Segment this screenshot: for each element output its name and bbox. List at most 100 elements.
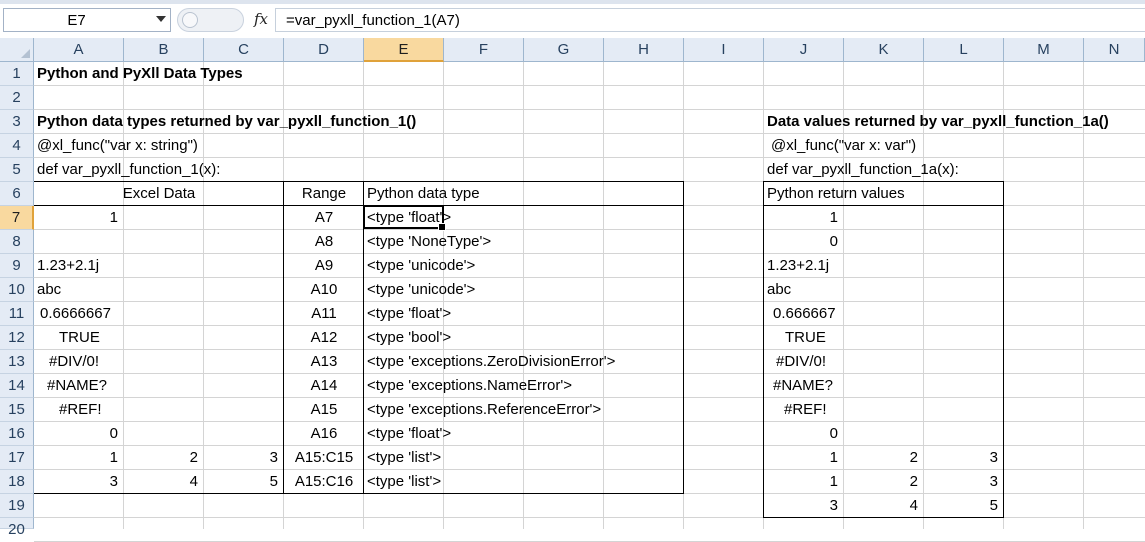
- right-heading[interactable]: Data values returned by var_pyxll_functi…: [767, 110, 1109, 134]
- return-value-cell[interactable]: #REF!: [784, 398, 827, 422]
- python-type-cell[interactable]: <type 'float'>: [367, 302, 451, 326]
- left-decorator-text[interactable]: @xl_func("var x: string"): [37, 134, 198, 158]
- row-header-5[interactable]: 5: [0, 158, 34, 182]
- column-header-e[interactable]: E: [364, 38, 444, 62]
- left-def-text[interactable]: def var_pyxll_function_1(x):: [37, 158, 220, 182]
- return-value-cell[interactable]: 0: [764, 422, 838, 446]
- excel-data-cell[interactable]: 3: [204, 446, 278, 470]
- column-header-f[interactable]: F: [444, 38, 524, 62]
- excel-data-cell[interactable]: #DIV/0!: [49, 350, 99, 374]
- return-value-cell[interactable]: TRUE: [785, 326, 826, 350]
- column-header-g[interactable]: G: [524, 38, 604, 62]
- row-header-19[interactable]: 19: [0, 494, 34, 518]
- return-value-cell[interactable]: 1: [764, 446, 838, 470]
- chevron-down-icon[interactable]: [156, 16, 166, 22]
- python-type-cell[interactable]: <type 'unicode'>: [367, 254, 475, 278]
- insert-function-icon[interactable]: fx: [254, 10, 268, 28]
- return-value-cell[interactable]: 1: [764, 470, 838, 494]
- row-header-10[interactable]: 10: [0, 278, 34, 302]
- column-header-k[interactable]: K: [844, 38, 924, 62]
- range-cell[interactable]: A16: [284, 422, 364, 446]
- excel-data-cell[interactable]: 1: [34, 206, 118, 230]
- return-value-cell[interactable]: #NAME?: [773, 374, 833, 398]
- excel-data-cell[interactable]: 5: [204, 470, 278, 494]
- range-cell[interactable]: A14: [284, 374, 364, 398]
- return-value-cell[interactable]: 2: [844, 470, 918, 494]
- column-header-c[interactable]: C: [204, 38, 284, 62]
- row-header-13[interactable]: 13: [0, 350, 34, 374]
- range-cell[interactable]: A8: [284, 230, 364, 254]
- range-header[interactable]: Range: [284, 182, 364, 206]
- return-value-cell[interactable]: abc: [767, 278, 791, 302]
- return-value-cell[interactable]: 2: [844, 446, 918, 470]
- range-cell[interactable]: A7: [284, 206, 364, 230]
- range-cell[interactable]: A15:C15: [284, 446, 364, 470]
- return-value-cell[interactable]: #DIV/0!: [776, 350, 826, 374]
- formula-input[interactable]: =var_pyxll_function_1(A7): [275, 8, 1145, 32]
- row-header-14[interactable]: 14: [0, 374, 34, 398]
- python-type-cell[interactable]: <type 'exceptions.NameError'>: [367, 374, 572, 398]
- select-all-corner[interactable]: [0, 38, 34, 62]
- row-header-15[interactable]: 15: [0, 398, 34, 422]
- fill-handle[interactable]: [438, 223, 446, 231]
- excel-data-cell[interactable]: 0: [34, 422, 118, 446]
- column-header-h[interactable]: H: [604, 38, 684, 62]
- row-header-2[interactable]: 2: [0, 86, 34, 110]
- formula-bar-splitter[interactable]: [177, 8, 244, 32]
- excel-data-header[interactable]: Excel Data: [34, 182, 284, 206]
- column-header-a[interactable]: A: [34, 38, 124, 62]
- row-header-6[interactable]: 6: [0, 182, 34, 206]
- column-header-i[interactable]: I: [684, 38, 764, 62]
- range-cell[interactable]: A12: [284, 326, 364, 350]
- python-type-header[interactable]: Python data type: [367, 182, 480, 206]
- column-header-d[interactable]: D: [284, 38, 364, 62]
- sheet-title[interactable]: Python and PyXll Data Types: [37, 62, 243, 86]
- return-value-cell[interactable]: 0: [764, 230, 838, 254]
- range-cell[interactable]: A13: [284, 350, 364, 374]
- row-header-11[interactable]: 11: [0, 302, 34, 326]
- row-header-8[interactable]: 8: [0, 230, 34, 254]
- python-type-cell[interactable]: <type 'bool'>: [367, 326, 451, 350]
- python-type-cell[interactable]: <type 'list'>: [367, 446, 441, 470]
- right-def-text[interactable]: def var_pyxll_function_1a(x):: [767, 158, 959, 182]
- excel-data-cell[interactable]: #REF!: [59, 398, 102, 422]
- column-header-n[interactable]: N: [1084, 38, 1145, 62]
- excel-data-cell[interactable]: 2: [124, 446, 198, 470]
- row-header-3[interactable]: 3: [0, 110, 34, 134]
- range-cell[interactable]: A15:C16: [284, 470, 364, 494]
- row-header-9[interactable]: 9: [0, 254, 34, 278]
- return-value-cell[interactable]: 1.23+2.1j: [767, 254, 829, 278]
- column-header-m[interactable]: M: [1004, 38, 1084, 62]
- column-header-l[interactable]: L: [924, 38, 1004, 62]
- column-header-b[interactable]: B: [124, 38, 204, 62]
- row-header-7[interactable]: 7: [0, 206, 34, 230]
- excel-data-cell[interactable]: 4: [124, 470, 198, 494]
- return-value-cell[interactable]: 0.666667: [773, 302, 836, 326]
- range-cell[interactable]: A10: [284, 278, 364, 302]
- return-value-cell[interactable]: 3: [924, 446, 998, 470]
- range-cell[interactable]: A9: [284, 254, 364, 278]
- excel-data-cell[interactable]: 1.23+2.1j: [37, 254, 99, 278]
- python-type-cell[interactable]: <type 'exceptions.ReferenceError'>: [367, 398, 601, 422]
- worksheet-grid[interactable]: A B C D E F G H I J K L M N 1 2 3 4 5 6 7 8 9 10 11 12 13 14 15 16 17 1…: [0, 38, 1145, 542]
- row-header-16[interactable]: 16: [0, 422, 34, 446]
- range-cell[interactable]: A11: [284, 302, 364, 326]
- column-header-j[interactable]: J: [764, 38, 844, 62]
- row-header-20[interactable]: 20: [0, 518, 34, 538]
- row-header-1[interactable]: 1: [0, 62, 34, 86]
- excel-data-cell[interactable]: 1: [34, 446, 118, 470]
- right-decorator-text[interactable]: @xl_func("var x: var"): [771, 134, 916, 158]
- excel-data-cell[interactable]: 3: [34, 470, 118, 494]
- python-type-cell[interactable]: <type 'unicode'>: [367, 278, 475, 302]
- row-header-18[interactable]: 18: [0, 470, 34, 494]
- return-value-cell[interactable]: 4: [844, 494, 918, 518]
- row-header-4[interactable]: 4: [0, 134, 34, 158]
- excel-data-cell[interactable]: #NAME?: [47, 374, 107, 398]
- excel-data-cell[interactable]: TRUE: [59, 326, 100, 350]
- active-cell-e7[interactable]: [363, 205, 446, 231]
- return-value-cell[interactable]: 3: [764, 494, 838, 518]
- excel-data-cell[interactable]: 0.6666667: [40, 302, 111, 326]
- row-header-12[interactable]: 12: [0, 326, 34, 350]
- python-type-cell[interactable]: <type 'list'>: [367, 470, 441, 494]
- excel-data-cell[interactable]: abc: [37, 278, 61, 302]
